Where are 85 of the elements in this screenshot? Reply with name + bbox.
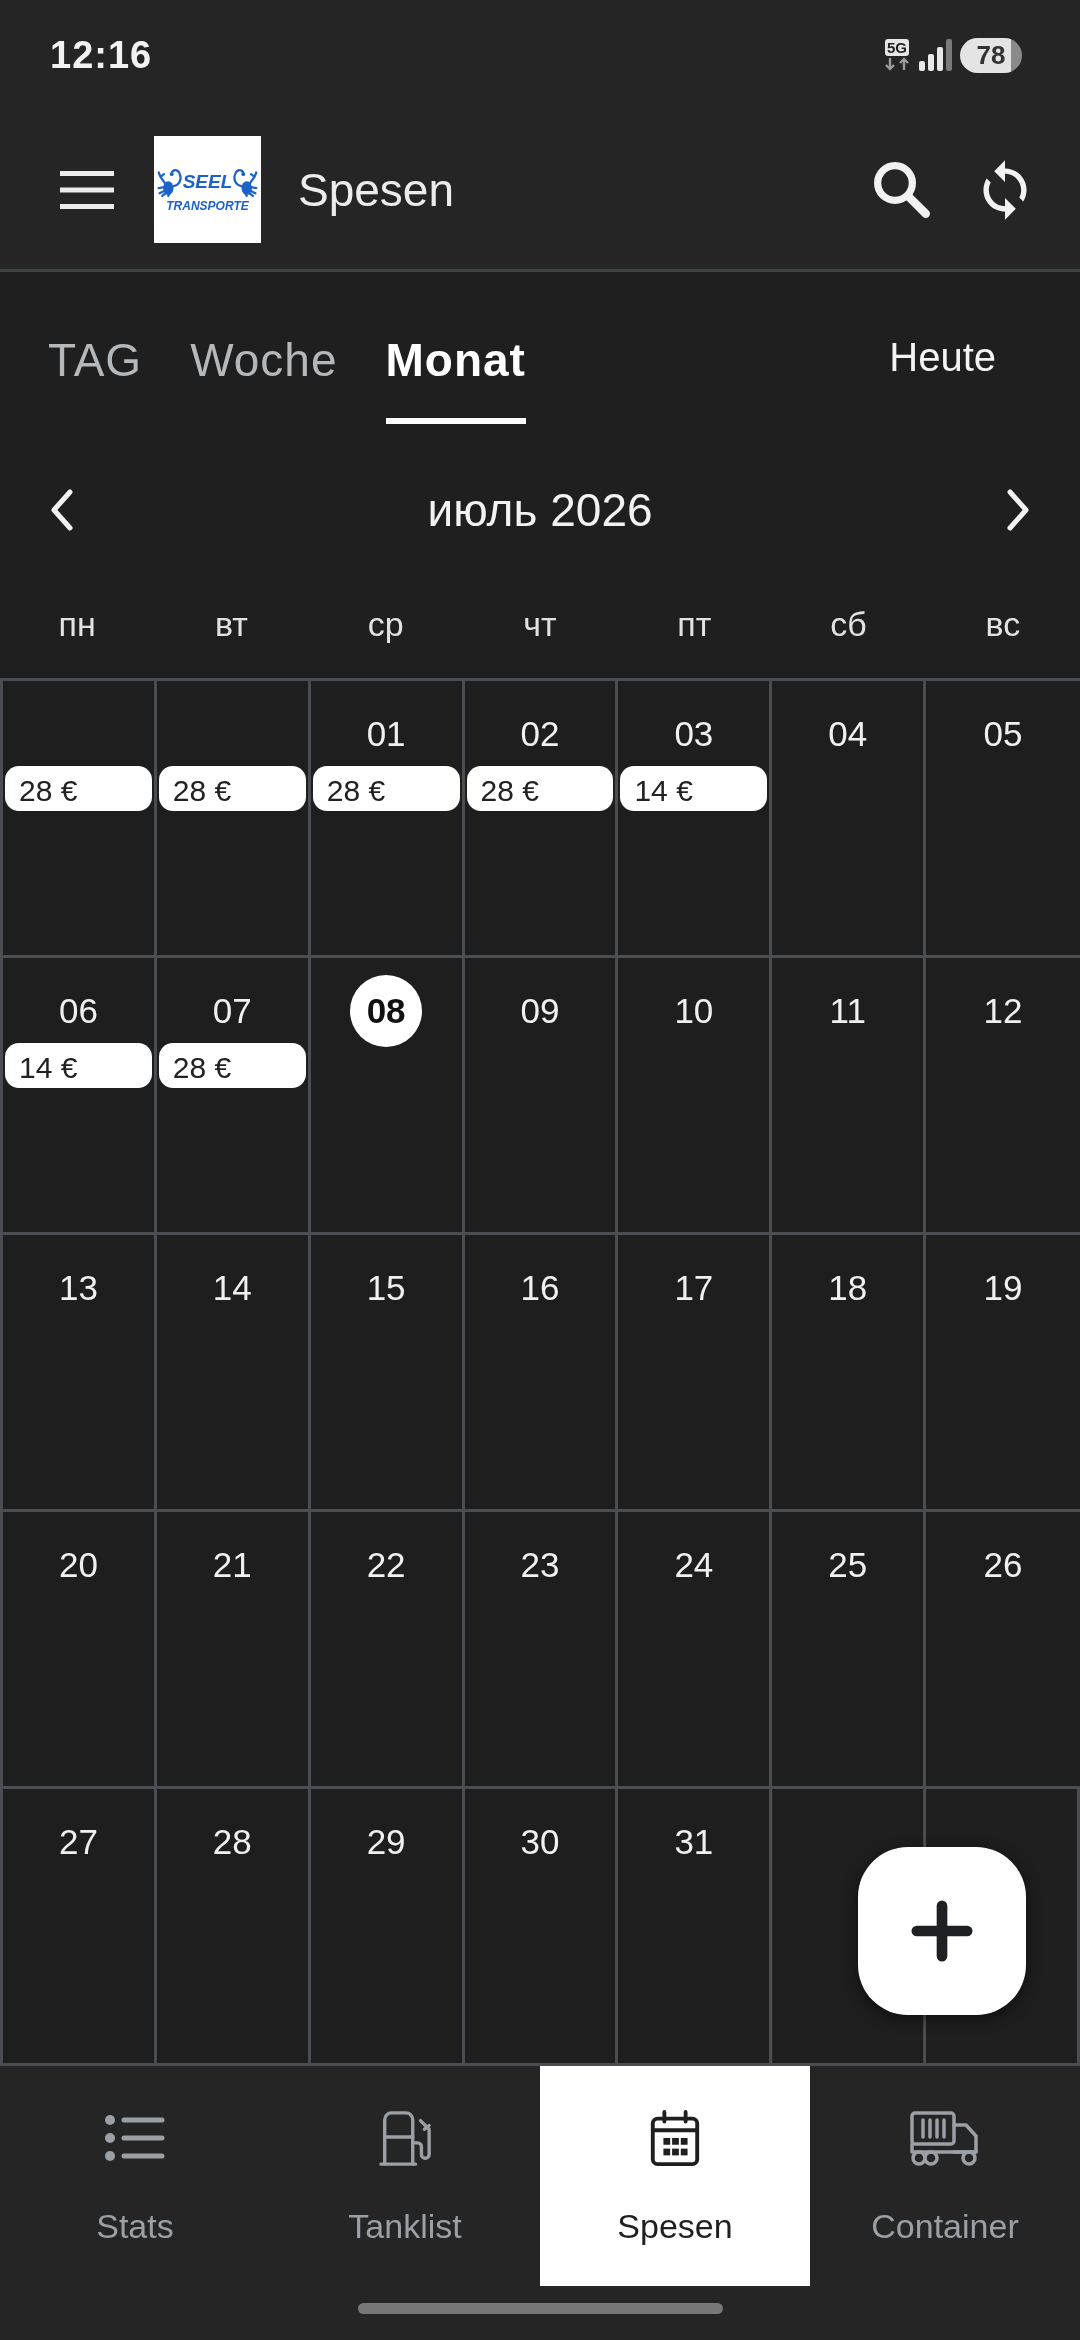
menu-icon xyxy=(60,169,114,210)
scorpion-icon xyxy=(232,166,259,197)
day-number: 17 xyxy=(674,1267,714,1309)
day-number: 31 xyxy=(674,1821,714,1863)
calendar-day-cell[interactable]: 10 xyxy=(618,958,773,1235)
app-title: Spesen xyxy=(298,162,454,217)
calendar-icon xyxy=(650,2110,700,2166)
container-truck-icon xyxy=(910,2110,980,2166)
expense-entry[interactable]: 28 € xyxy=(5,766,152,811)
nav-tab[interactable]: Stats xyxy=(0,2066,270,2286)
day-number: 15 xyxy=(366,1267,406,1309)
day-number: 11 xyxy=(829,990,866,1032)
calendar-day-cell[interactable]: 02 28 € xyxy=(464,681,619,958)
day-number: 12 xyxy=(983,990,1023,1032)
expense-entry[interactable]: 14 € xyxy=(620,766,768,811)
scorpion-icon xyxy=(156,166,183,197)
nav-tab[interactable]: Container xyxy=(810,2066,1080,2286)
day-number: 19 xyxy=(983,1267,1023,1309)
day-number: 22 xyxy=(366,1544,406,1586)
month-title: июль 2026 xyxy=(427,483,653,537)
weekday-label: вт xyxy=(214,604,248,644)
add-button[interactable] xyxy=(858,1847,1026,2015)
day-number: 26 xyxy=(983,1544,1023,1586)
calendar-day-cell[interactable]: 06 14 € xyxy=(3,958,157,1235)
data-arrows-icon xyxy=(883,57,911,71)
day-number: 21 xyxy=(212,1544,252,1586)
view-tab[interactable]: TAG xyxy=(48,334,143,424)
day-number: 20 xyxy=(58,1544,98,1586)
logo-text: TRANSPORTE xyxy=(166,198,249,213)
view-tab[interactable]: Monat xyxy=(385,334,526,424)
chevron-right-icon xyxy=(1006,489,1030,531)
expense-entry[interactable]: 28 € xyxy=(158,766,306,811)
battery-indicator: 78 xyxy=(960,37,1022,73)
weekday-label: сб xyxy=(830,604,867,644)
nav-tab[interactable]: Spesen xyxy=(540,2066,810,2286)
day-number: 10 xyxy=(674,990,714,1032)
refresh-icon xyxy=(982,158,1028,221)
day-number: 05 xyxy=(983,713,1023,755)
calendar-day-cell[interactable]: 01 28 € xyxy=(310,681,465,958)
status-time: 12:16 xyxy=(50,33,153,77)
calendar-day-cell[interactable]: 24 xyxy=(618,1512,773,1789)
day-number: 24 xyxy=(674,1544,714,1586)
expense-entry[interactable]: 28 € xyxy=(466,766,614,811)
weekday-label: ср xyxy=(367,604,404,644)
day-number: 02 xyxy=(520,713,560,755)
plus-icon xyxy=(911,1900,973,1962)
calendar-day-cell[interactable]: 07 28 € xyxy=(156,958,311,1235)
expense-entry[interactable]: 28 € xyxy=(158,1043,306,1088)
calendar-day-cell[interactable]: 31 xyxy=(618,1789,773,2066)
day-number: 23 xyxy=(520,1544,560,1586)
network-type-badge: 5G xyxy=(885,39,909,56)
day-number: 30 xyxy=(520,1821,560,1863)
logo-text: SEEL xyxy=(182,170,233,193)
calendar-day-cell[interactable]: 17 xyxy=(618,1235,773,1512)
calendar-day-cell[interactable]: 28 € xyxy=(3,681,157,958)
calendar-day-cell[interactable]: 03 14 € xyxy=(618,681,773,958)
day-number: 03 xyxy=(674,713,714,755)
signal-icon xyxy=(919,39,952,71)
expense-entry[interactable]: 14 € xyxy=(5,1043,152,1088)
fuel-pump-icon xyxy=(378,2110,432,2166)
day-number: 29 xyxy=(366,1821,406,1863)
calendar-day-cell[interactable]: 28 € xyxy=(156,681,311,958)
day-number: 06 xyxy=(58,990,98,1032)
view-tab[interactable]: Woche xyxy=(190,334,338,424)
day-number: 16 xyxy=(520,1267,560,1309)
expense-entry[interactable]: 28 € xyxy=(312,766,460,811)
day-number: 27 xyxy=(58,1821,98,1863)
day-number: 01 xyxy=(366,713,406,755)
day-number: 28 xyxy=(212,1821,252,1863)
weekday-label: пт xyxy=(677,604,712,644)
day-number: 13 xyxy=(58,1267,98,1309)
chevron-left-icon xyxy=(50,489,74,531)
day-number: 25 xyxy=(828,1544,868,1586)
today-button[interactable]: Heute xyxy=(889,333,996,381)
weekday-label: чт xyxy=(523,604,557,644)
day-number: 09 xyxy=(520,990,560,1032)
search-icon xyxy=(874,161,930,218)
day-number: 14 xyxy=(212,1267,252,1309)
day-number: 04 xyxy=(828,713,868,755)
day-number: 07 xyxy=(212,990,252,1032)
weekday-label: вс xyxy=(985,604,1021,644)
weekday-label: пн xyxy=(58,604,96,644)
today-day-number: 08 xyxy=(350,975,423,1047)
nav-tab[interactable]: Tanklist xyxy=(270,2066,540,2286)
day-number: 18 xyxy=(828,1267,868,1309)
